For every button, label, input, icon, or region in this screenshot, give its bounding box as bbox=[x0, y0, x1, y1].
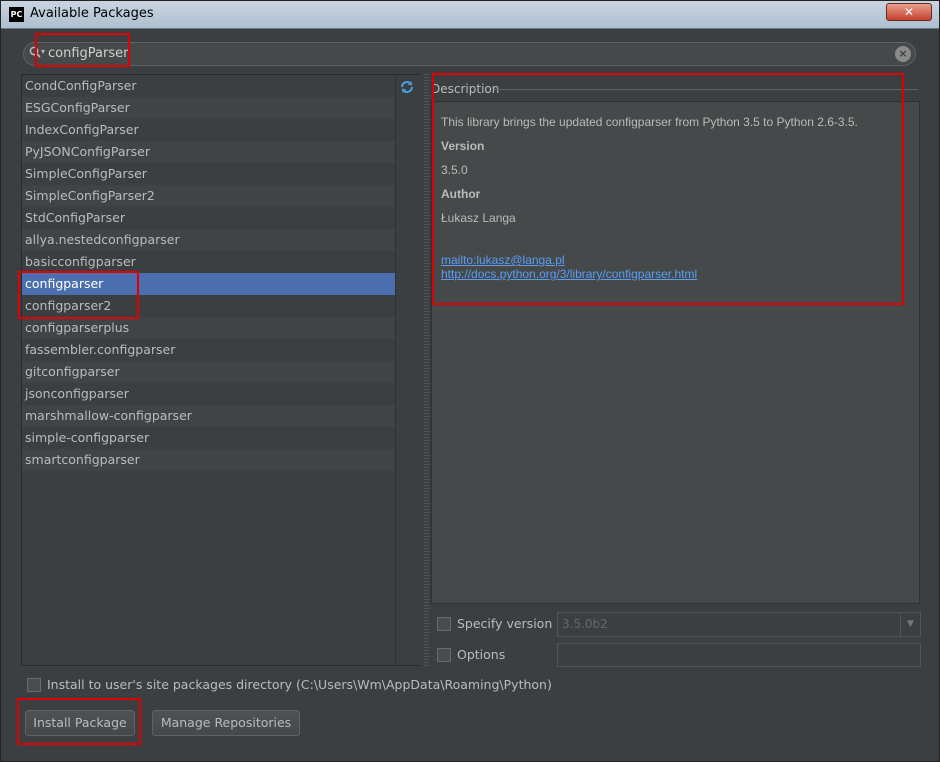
author-heading: Author bbox=[441, 187, 481, 201]
package-list-item[interactable]: gitconfigparser bbox=[22, 361, 395, 383]
options-checkbox[interactable] bbox=[437, 648, 451, 662]
package-list-item[interactable]: fassembler.configparser bbox=[22, 339, 395, 361]
panel-splitter[interactable] bbox=[424, 74, 429, 666]
package-list-item[interactable]: simple-configparser bbox=[22, 427, 395, 449]
pycharm-app-icon: PC bbox=[9, 7, 24, 22]
package-list-item[interactable]: marshmallow-configparser bbox=[22, 405, 395, 427]
clear-search-icon[interactable]: × bbox=[895, 46, 911, 62]
package-list-item[interactable]: ESGConfigParser bbox=[22, 97, 395, 119]
description-summary: This library brings the updated configpa… bbox=[441, 115, 858, 129]
install-user-site-label: Install to user's site packages director… bbox=[47, 677, 552, 692]
package-list-item[interactable]: IndexConfigParser bbox=[22, 119, 395, 141]
package-list-item[interactable]: SimpleConfigParser bbox=[22, 163, 395, 185]
options-label: Options bbox=[457, 647, 506, 662]
search-history-dropdown-icon[interactable]: ▾ bbox=[41, 47, 45, 56]
package-list-item[interactable]: allya.nestedconfigparser bbox=[22, 229, 395, 251]
package-list[interactable]: CondConfigParser ESGConfigParser IndexConf… bbox=[22, 75, 395, 471]
package-list-item[interactable]: SimpleConfigParser2 bbox=[22, 185, 395, 207]
list-toolbar bbox=[395, 75, 421, 665]
title-bar: PC Available Packages ✕ bbox=[1, 1, 939, 29]
chevron-down-icon[interactable]: ▼ bbox=[900, 613, 920, 636]
version-select-value: 3.5.0b2 bbox=[562, 617, 608, 631]
package-list-item[interactable]: jsonconfigparser bbox=[22, 383, 395, 405]
options-input[interactable] bbox=[557, 643, 921, 667]
window-title: Available Packages bbox=[30, 6, 154, 21]
package-list-item[interactable]: CondConfigParser bbox=[22, 75, 395, 97]
specify-version-label: Specify version bbox=[457, 616, 553, 631]
description-separator bbox=[494, 89, 918, 90]
author-email-link[interactable]: mailto:lukasz@langa.pl bbox=[441, 253, 565, 267]
package-list-item[interactable]: PyJSONConfigParser bbox=[22, 141, 395, 163]
install-user-site-checkbox[interactable] bbox=[27, 678, 41, 692]
description-label: Description bbox=[431, 82, 500, 96]
version-heading: Version bbox=[441, 139, 485, 153]
version-select[interactable]: 3.5.0b2 ▼ bbox=[557, 612, 921, 637]
install-package-button[interactable]: Install Package bbox=[25, 710, 135, 736]
author-value: Łukasz Langa bbox=[441, 211, 516, 225]
package-list-item[interactable]: StdConfigParser bbox=[22, 207, 395, 229]
search-icon bbox=[29, 46, 41, 62]
specify-version-checkbox[interactable] bbox=[437, 617, 451, 631]
description-pane: This library brings the updated configpa… bbox=[431, 101, 920, 604]
package-list-item[interactable]: configparserplus bbox=[22, 317, 395, 339]
package-list-item[interactable]: configparser bbox=[22, 273, 395, 295]
package-list-item[interactable]: smartconfigparser bbox=[22, 449, 395, 471]
version-value: 3.5.0 bbox=[441, 163, 468, 177]
reload-list-icon[interactable] bbox=[399, 79, 415, 95]
close-button[interactable]: ✕ bbox=[886, 3, 932, 21]
package-list-item[interactable]: configparser2 bbox=[22, 295, 395, 317]
manage-repositories-button[interactable]: Manage Repositories bbox=[152, 710, 300, 736]
package-list-item[interactable]: basicconfigparser bbox=[22, 251, 395, 273]
available-packages-dialog: PC Available Packages ✕ ▾ configParser ×… bbox=[0, 0, 940, 762]
search-field[interactable]: ▾ configParser × bbox=[23, 42, 916, 66]
search-input[interactable]: configParser bbox=[48, 46, 128, 61]
docs-link[interactable]: http://docs.python.org/3/library/configp… bbox=[441, 267, 697, 281]
package-list-panel: CondConfigParser ESGConfigParser IndexConf… bbox=[21, 74, 421, 666]
